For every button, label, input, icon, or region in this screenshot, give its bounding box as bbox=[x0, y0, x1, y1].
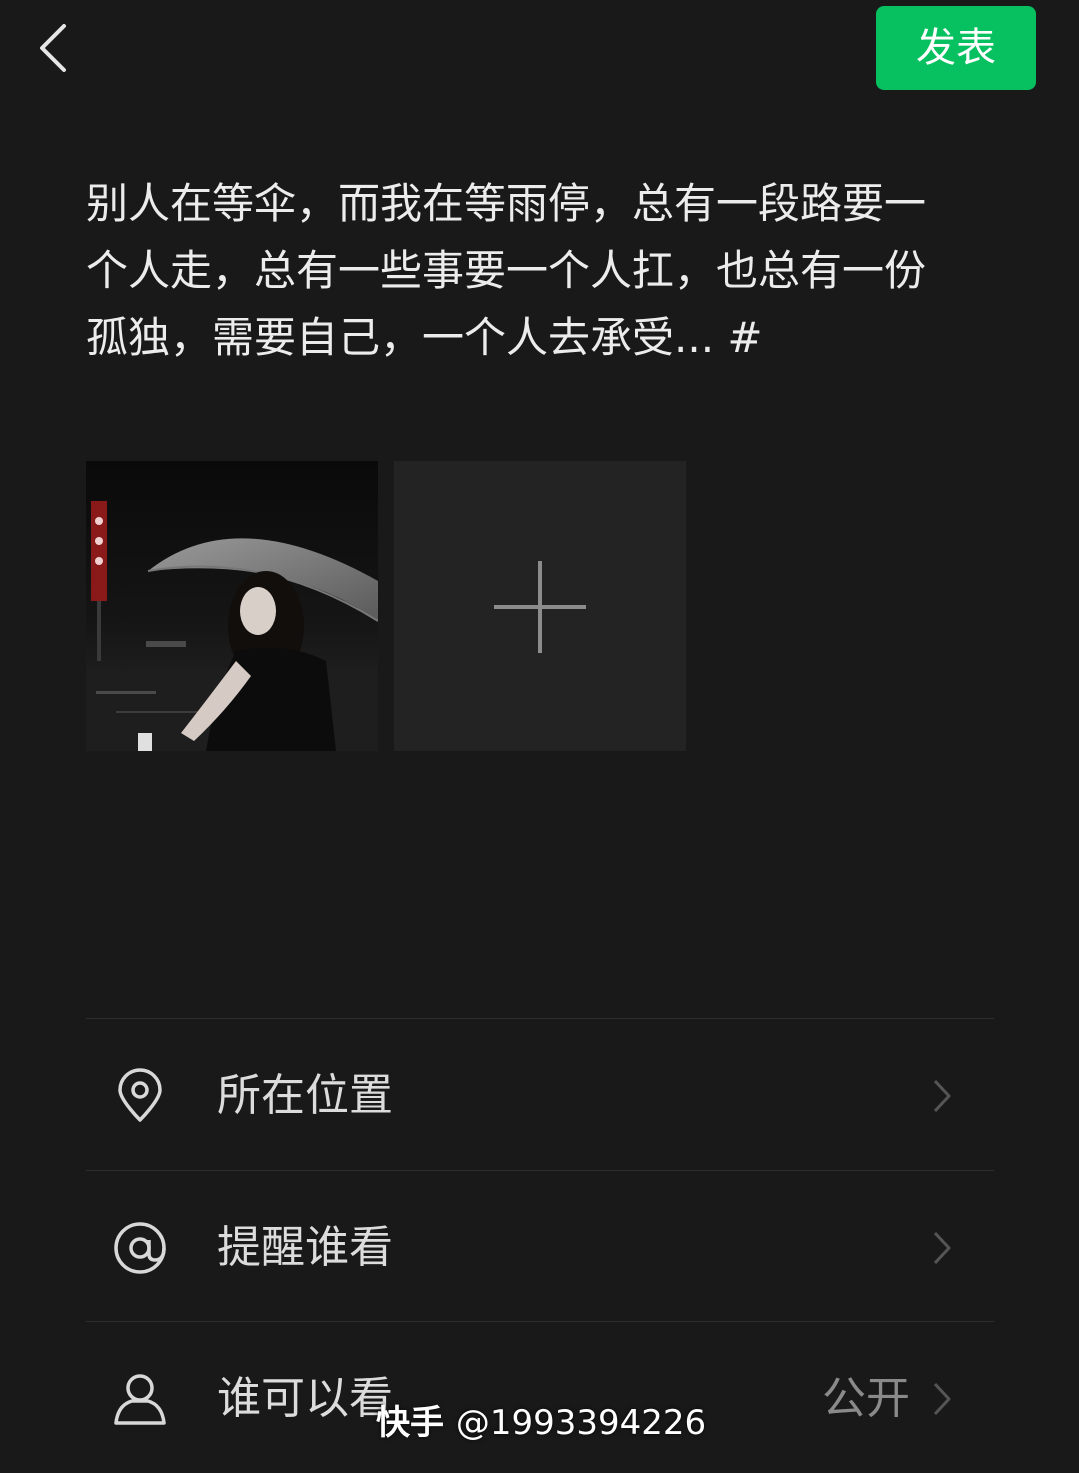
option-mention[interactable]: 提醒谁看 bbox=[86, 1172, 994, 1322]
option-visibility[interactable]: 谁可以看 公开 bbox=[86, 1323, 994, 1473]
post-text-input[interactable]: 别人在等伞，而我在等雨停，总有一段路要一个人走，总有一些事要一个人扛，也总有一份… bbox=[86, 170, 966, 371]
photo-thumbnail[interactable] bbox=[86, 461, 378, 751]
location-pin-icon bbox=[112, 1068, 168, 1124]
divider bbox=[86, 1321, 994, 1322]
option-value: 公开 bbox=[822, 1373, 910, 1424]
chevron-right-icon bbox=[932, 1381, 952, 1417]
divider bbox=[86, 1170, 994, 1171]
chevron-left-icon bbox=[40, 24, 66, 72]
chevron-right-icon bbox=[932, 1230, 952, 1266]
add-photo-button[interactable] bbox=[394, 461, 686, 751]
option-label: 谁可以看 bbox=[217, 1373, 393, 1424]
publish-button[interactable]: 发表 bbox=[876, 6, 1036, 90]
divider bbox=[86, 1018, 994, 1019]
plus-icon bbox=[494, 561, 586, 653]
photo-image bbox=[86, 461, 378, 751]
option-location[interactable]: 所在位置 bbox=[86, 1020, 994, 1170]
chevron-right-icon bbox=[932, 1078, 952, 1114]
watermark-handle: @1993394226 bbox=[455, 1403, 707, 1443]
watermark-brand: 快手 bbox=[376, 1403, 444, 1443]
at-sign-icon bbox=[112, 1220, 168, 1276]
back-button[interactable] bbox=[30, 20, 80, 76]
person-icon bbox=[112, 1371, 168, 1427]
watermark: 快手 @1993394226 bbox=[376, 1400, 706, 1446]
option-label: 提醒谁看 bbox=[217, 1222, 393, 1273]
option-label: 所在位置 bbox=[217, 1070, 393, 1121]
